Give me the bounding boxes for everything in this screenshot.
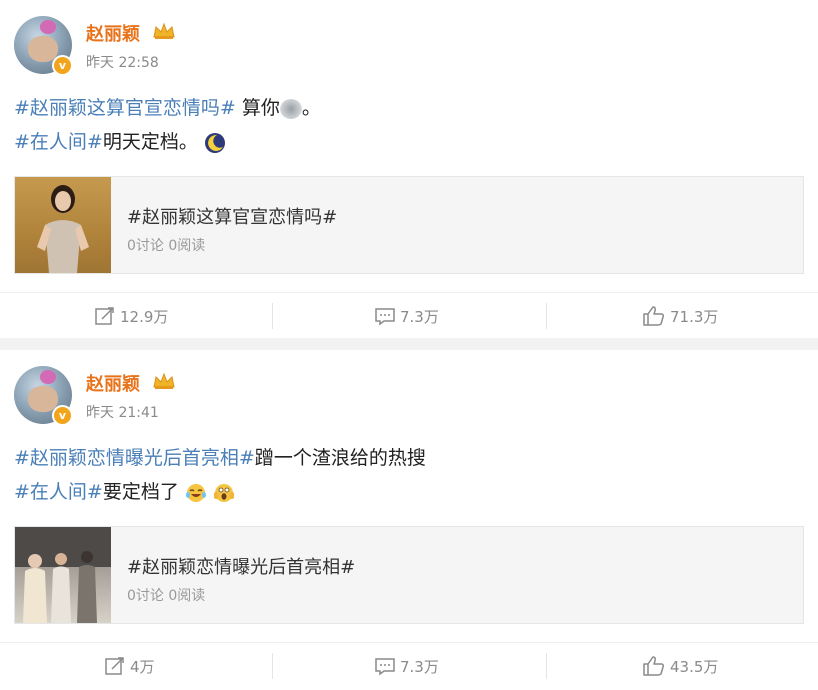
comment-icon	[375, 308, 395, 326]
like-count: 43.5万	[670, 657, 719, 676]
crown-icon	[153, 372, 175, 389]
divider	[272, 303, 273, 329]
hashtag-link[interactable]: #在人间#	[14, 131, 103, 153]
topic-card-title: #赵丽颖这算官宣恋情吗#	[127, 207, 338, 228]
like-icon	[643, 656, 665, 676]
post-text-end: 。	[301, 97, 321, 119]
divider	[272, 653, 273, 679]
repost-count: 4万	[130, 657, 155, 676]
post-text: 要定档了	[102, 481, 179, 503]
divider	[546, 303, 547, 329]
like-count: 71.3万	[670, 307, 719, 326]
avatar-bow	[40, 370, 56, 384]
avatar-bow	[40, 20, 56, 34]
like-icon	[643, 306, 665, 326]
post-text: 明天定档。	[102, 131, 198, 153]
post-text-line-2: #在人间#要定档了	[14, 480, 235, 504]
action-bar: 4万 7.3万 43.5万	[0, 642, 818, 689]
crown-icon	[153, 22, 175, 39]
topic-card-title: #赵丽颖恋情曝光后首亮相#	[127, 557, 356, 578]
topic-card[interactable]: #赵丽颖恋情曝光后首亮相# 0讨论 0阅读	[14, 526, 804, 624]
like-button[interactable]: 43.5万	[642, 643, 718, 689]
post-text: 算你	[235, 97, 280, 119]
comment-icon	[375, 658, 395, 676]
weibo-post-2: v 赵丽颖 昨天 21:41 #赵丽颖恋情曝光后首亮相#蹭一个渣浪给的热搜 #在…	[0, 350, 818, 690]
topic-thumbnail	[15, 527, 111, 623]
verified-badge-icon: v	[52, 55, 73, 76]
repost-icon	[95, 307, 114, 325]
author-name[interactable]: 赵丽颖	[86, 20, 140, 46]
topic-card-meta: 0讨论 0阅读	[127, 588, 206, 604]
post-text: 蹭一个渣浪给的热搜	[254, 447, 426, 469]
hashtag-link[interactable]: #在人间#	[14, 481, 103, 503]
post-text-line-1: #赵丽颖恋情曝光后首亮相#蹭一个渣浪给的热搜	[14, 446, 426, 470]
post-text-line-2: #在人间#明天定档。	[14, 130, 226, 154]
scream-emoji-icon	[213, 483, 234, 502]
repost-button[interactable]: 12.9万	[94, 293, 168, 339]
comment-button[interactable]: 7.3万	[374, 643, 439, 689]
post-text-line-1: #赵丽颖这算官宣恋情吗# 算你。	[14, 96, 321, 120]
blurred-emoji-icon	[279, 98, 302, 119]
hashtag-link[interactable]: #赵丽颖恋情曝光后首亮相#	[14, 447, 255, 469]
post-time: 昨天 22:58	[86, 55, 159, 71]
post-time: 昨天 21:41	[86, 405, 159, 421]
laugh-cry-emoji-icon	[185, 483, 206, 502]
repost-button[interactable]: 4万	[104, 643, 155, 689]
topic-thumbnail	[15, 177, 111, 273]
repost-count: 12.9万	[120, 307, 169, 326]
comment-count: 7.3万	[400, 657, 439, 676]
like-button[interactable]: 71.3万	[642, 293, 718, 339]
comment-button[interactable]: 7.3万	[374, 293, 439, 339]
author-name[interactable]: 赵丽颖	[86, 370, 140, 396]
weibo-post-1: v 赵丽颖 昨天 22:58 #赵丽颖这算官宣恋情吗# 算你。 #在人间#明天定…	[0, 0, 818, 338]
crowd-photo-icon	[15, 527, 111, 623]
verified-badge-icon: v	[52, 405, 73, 426]
topic-card-meta: 0讨论 0阅读	[127, 238, 206, 254]
action-bar: 12.9万 7.3万 71.3万	[0, 292, 818, 339]
topic-card[interactable]: #赵丽颖这算官宣恋情吗# 0讨论 0阅读	[14, 176, 804, 274]
moon-emoji-icon	[204, 132, 225, 153]
comment-count: 7.3万	[400, 307, 439, 326]
divider	[546, 653, 547, 679]
hashtag-link[interactable]: #赵丽颖这算官宣恋情吗#	[14, 97, 236, 119]
person-figure-icon	[37, 185, 89, 273]
repost-icon	[105, 657, 124, 675]
